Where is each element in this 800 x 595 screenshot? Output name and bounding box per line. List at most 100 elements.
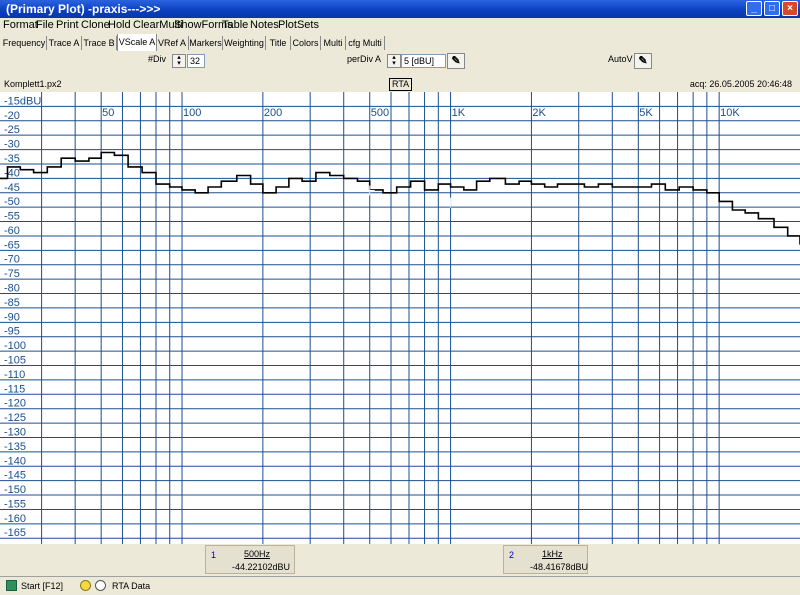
tab-multi[interactable]: Multi (321, 36, 346, 50)
marker-2-box: 2 1kHz -48.41678dBU (503, 545, 588, 574)
y-tick-label: -30 (4, 139, 20, 151)
y-tick-label: -115 (4, 383, 25, 395)
tab-colors[interactable]: Colors (291, 36, 321, 50)
clock-icon (80, 580, 91, 591)
y-tick-label: -40 (4, 167, 20, 179)
marker-1-box: 1 500Hz -44.22102dBU (205, 545, 295, 574)
start-icon[interactable] (6, 580, 17, 591)
tab-bar: Frequency Trace A Trace B VScale A VRef … (0, 34, 800, 52)
tab-title[interactable]: Title (266, 36, 291, 50)
record-icon (95, 580, 106, 591)
tab-markers[interactable]: Markers (189, 36, 223, 50)
marker-frequency: 500Hz (244, 549, 271, 559)
ndiv-label: #Div (148, 54, 167, 64)
menu-print[interactable]: Print (56, 19, 79, 31)
spin-down-icon: ▾ (392, 60, 396, 67)
marker-number: 2 (509, 550, 515, 560)
y-tick-label: -105 (4, 355, 26, 367)
y-tick-label: -15dBU (4, 95, 41, 107)
y-tick-label: -120 (4, 398, 26, 410)
perdiv-spinner[interactable]: ▴ ▾ (387, 54, 401, 68)
y-tick-label: -160 (4, 513, 26, 525)
y-tick-label: -55 (4, 211, 20, 223)
rta-trace-line (0, 151, 800, 245)
y-tick-label: -100 (4, 340, 26, 352)
marker-panel: 1 500Hz -44.22102dBU 2 1kHz -48.41678dBU (0, 544, 800, 576)
spin-down-icon: ▾ (177, 60, 181, 67)
autov-pen-button[interactable]: ✎ (634, 53, 652, 69)
tab-weighting[interactable]: Weighting (223, 36, 266, 50)
y-tick-label: -150 (4, 484, 26, 496)
y-tick-label: -125 (4, 412, 26, 424)
y-tick-label: -95 (4, 326, 20, 338)
pen-icon: ✎ (638, 55, 648, 67)
tab-frequency[interactable]: Frequency (2, 36, 47, 50)
y-tick-label: -85 (4, 297, 20, 309)
file-name: Komplett1.px2 (4, 79, 62, 89)
y-tick-label: -165 (4, 527, 26, 539)
x-tick-label: 200 (264, 107, 282, 119)
y-tick-label: -35 (4, 153, 20, 165)
y-tick-label: -110 (4, 369, 25, 381)
x-tick-label: 10K (720, 107, 740, 119)
y-tick-label: -25 (4, 124, 20, 136)
marker-frequency: 1kHz (542, 549, 563, 559)
start-label[interactable]: Start [F12] (21, 581, 63, 591)
ndiv-field[interactable]: 32 (187, 54, 205, 68)
y-tick-label: -65 (4, 239, 20, 251)
y-tick-label: -50 (4, 196, 20, 208)
ndiv-spinner[interactable]: ▴ ▾ (172, 54, 186, 68)
menu-file[interactable]: File (36, 19, 54, 31)
marker-value: -48.41678dBU (530, 562, 589, 572)
tab-cfg-multi[interactable]: cfg Multi (346, 36, 385, 50)
x-tick-label: 5K (639, 107, 653, 119)
rta-chart: -15dBU -20 -25 -30 -35 -40 -45 -50 -55 -60 -65 -70 -… (0, 92, 800, 544)
menu-plotsets[interactable]: PlotSets (278, 19, 319, 31)
close-button[interactable]: × (782, 1, 798, 16)
autov-label: AutoV (608, 54, 633, 64)
y-tick-label: -155 (4, 498, 26, 510)
x-tick-label: 2K (532, 107, 546, 119)
menu-bar: Format File Print Clone Hold ClearMulti … (0, 18, 800, 33)
marker-number: 1 (211, 550, 217, 560)
x-tick-label: 50 (102, 107, 114, 119)
title-bar: (Primary Plot) -praxis--->>> _ □ × (0, 0, 800, 18)
window-title: (Primary Plot) -praxis--->>> (6, 2, 161, 16)
x-tick-label: 1K (452, 107, 466, 119)
tab-vscale-a[interactable]: VScale A (117, 34, 157, 51)
rta-plot[interactable]: -15dBU -20 -25 -30 -35 -40 -45 -50 -55 -60 -65 -70 -… (0, 92, 800, 544)
x-tick-label: 500 (371, 107, 389, 119)
menu-table[interactable]: Table (222, 19, 248, 31)
y-tick-label: -140 (4, 455, 26, 467)
perdiv-pen-button[interactable]: ✎ (447, 53, 465, 69)
menu-format[interactable]: Format (3, 19, 38, 31)
y-tick-label: -60 (4, 225, 20, 237)
pen-icon: ✎ (451, 55, 461, 67)
marker-value: -44.22102dBU (232, 562, 291, 572)
maximize-button[interactable]: □ (764, 1, 780, 16)
info-bar: Komplett1.px2 RTA acq: 26.05.2005 20:46:… (0, 77, 800, 92)
y-tick-label: -135 (4, 441, 26, 453)
menu-hold[interactable]: Hold (108, 19, 131, 31)
y-tick-label: -20 (4, 110, 20, 122)
x-tick-label: 100 (183, 107, 201, 119)
y-tick-label: -75 (4, 268, 20, 280)
y-tick-label: -80 (4, 283, 20, 295)
y-tick-label: -145 (4, 470, 26, 482)
minimize-button[interactable]: _ (746, 1, 762, 16)
mode-badge: RTA (389, 78, 413, 91)
tab-trace-a[interactable]: Trace A (47, 36, 82, 50)
menu-clone[interactable]: Clone (81, 19, 110, 31)
perdiv-label: perDiv A (347, 54, 382, 64)
tab-vref-a[interactable]: VRef A (156, 36, 189, 50)
perdiv-field[interactable]: 5 [dBU] (401, 54, 446, 68)
y-tick-label: -90 (4, 311, 20, 323)
menu-notes[interactable]: Notes (250, 19, 279, 31)
y-tick-label: -130 (4, 426, 26, 438)
acquisition-time: acq: 26.05.2005 20:46:48 (689, 79, 792, 89)
status-bar: Start [F12] RTA Data (0, 576, 800, 595)
vscale-controls: #Div ▴ ▾ 32 perDiv A ▴ ▾ 5 [dBU] ✎ AutoV ✎ (0, 51, 800, 76)
tab-trace-b[interactable]: Trace B (82, 36, 117, 50)
y-tick-label: -45 (4, 182, 20, 194)
y-tick-label: -70 (4, 254, 20, 266)
